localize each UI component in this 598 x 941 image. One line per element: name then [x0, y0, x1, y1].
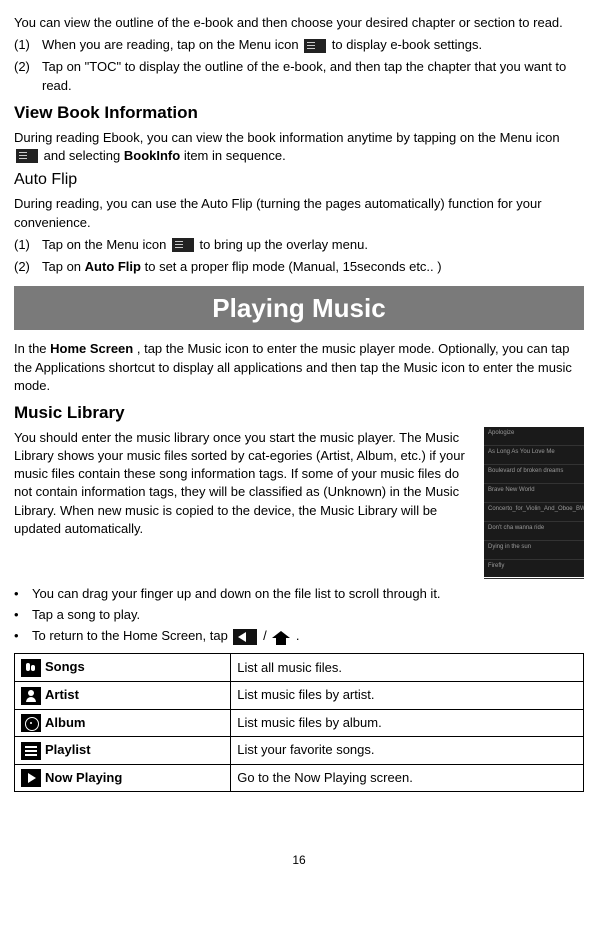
page-number: 16 — [14, 852, 584, 869]
library-row: As Long As You Love Me — [484, 446, 584, 465]
playing-music-banner: Playing Music — [14, 286, 584, 330]
home-icon — [272, 629, 290, 645]
autoflip-intro: During reading, you can use the Auto Fli… — [14, 195, 584, 231]
table-label-cell: Songs — [15, 654, 231, 682]
outline-intro: You can view the outline of the e-book a… — [14, 14, 584, 32]
bullet-dot: • — [14, 585, 32, 603]
library-row: Concerto_for_Violin_And_Oboe_BW — [484, 503, 584, 522]
table-desc-cell: List music files by artist. — [231, 681, 584, 709]
text: . — [296, 628, 300, 643]
now-icon — [21, 769, 41, 787]
text: During reading Ebook, you can view the b… — [14, 130, 560, 145]
music-library-screenshot: ApologizeAs Long As You Love MeBoulevard… — [484, 427, 584, 577]
bullet-1: • You can drag your finger up and down o… — [14, 585, 584, 603]
step-number: (2) — [14, 58, 42, 94]
bullet-dot: • — [14, 606, 32, 624]
table-label: Album — [45, 715, 85, 730]
bullet-text: Tap a song to play. — [32, 606, 140, 624]
table-label: Artist — [45, 687, 79, 702]
playlist-icon — [21, 742, 41, 760]
text: and selecting — [44, 148, 124, 163]
autoflip-heading: Auto Flip — [14, 169, 584, 191]
autoflip-step-1: (1) Tap on the Menu icon to bring up the… — [14, 236, 584, 254]
table-row: Artist List music files by artist. — [15, 681, 584, 709]
table-label-cell: Album — [15, 709, 231, 737]
library-row: Firefly — [484, 560, 584, 579]
text: Tap on the Menu icon — [42, 237, 170, 252]
view-book-body: During reading Ebook, you can view the b… — [14, 129, 584, 165]
step-number: (1) — [14, 36, 42, 54]
table-desc-cell: List all music files. — [231, 654, 584, 682]
step-text: When you are reading, tap on the Menu ic… — [42, 36, 584, 54]
menu-icon — [16, 149, 38, 163]
text: / — [263, 628, 270, 643]
table-label-cell: Artist — [15, 681, 231, 709]
bullet-3: • To return to the Home Screen, tap / . — [14, 627, 584, 645]
autoflip-step-2: (2) Tap on Auto Flip to set a proper fli… — [14, 258, 584, 276]
table-label-cell: Now Playing — [15, 764, 231, 792]
ebook-step-2: (2) Tap on "TOC" to display the outline … — [14, 58, 584, 94]
table-desc-cell: Go to the Now Playing screen. — [231, 764, 584, 792]
autoflip-bold: Auto Flip — [85, 259, 141, 274]
playing-intro: In the Home Screen , tap the Music icon … — [14, 340, 584, 395]
table-label-cell: Playlist — [15, 737, 231, 765]
table-label: Playlist — [45, 742, 91, 757]
table-label: Now Playing — [45, 770, 122, 785]
table-desc-cell: List music files by album. — [231, 709, 584, 737]
ebook-step-1: (1) When you are reading, tap on the Men… — [14, 36, 584, 54]
menu-icon — [304, 39, 326, 53]
bookinfo-bold: BookInfo — [124, 148, 180, 163]
table-desc-cell: List your favorite songs. — [231, 737, 584, 765]
text: to bring up the overlay menu. — [200, 237, 368, 252]
step-text: Tap on "TOC" to display the outline of t… — [42, 58, 584, 94]
step-text: Tap on Auto Flip to set a proper flip mo… — [42, 258, 584, 276]
table-row: Songs List all music files. — [15, 654, 584, 682]
library-row: Boulevard of broken dreams — [484, 465, 584, 484]
bullet-dot: • — [14, 627, 32, 645]
library-row: Brave New World — [484, 484, 584, 503]
bullet-text: To return to the Home Screen, tap / . — [32, 627, 300, 645]
text: Tap on — [42, 259, 85, 274]
bullet-list: • You can drag your finger up and down o… — [14, 585, 584, 646]
text: When you are reading, tap on the Menu ic… — [42, 37, 302, 52]
bullet-2: • Tap a song to play. — [14, 606, 584, 624]
view-book-heading: View Book Information — [14, 101, 584, 125]
music-library-heading: Music Library — [14, 401, 584, 425]
step-number: (2) — [14, 258, 42, 276]
table-row: Album List music files by album. — [15, 709, 584, 737]
back-icon — [233, 629, 257, 645]
text: To return to the Home Screen, tap — [32, 628, 231, 643]
step-number: (1) — [14, 236, 42, 254]
library-row: Don't cha wanna ride — [484, 522, 584, 541]
album-icon — [21, 714, 41, 732]
library-row: Dying in the sun — [484, 541, 584, 560]
bullet-text: You can drag your finger up and down on … — [32, 585, 441, 603]
text: item in sequence. — [184, 148, 286, 163]
table-row: Playlist List your favorite songs. — [15, 737, 584, 765]
text: to set a proper flip mode (Manual, 15sec… — [145, 259, 442, 274]
home-screen-bold: Home Screen — [50, 341, 133, 356]
library-row: Apologize — [484, 427, 584, 446]
table-row: Now Playing Go to the Now Playing screen. — [15, 764, 584, 792]
menu-icon — [172, 238, 194, 252]
text: In the — [14, 341, 50, 356]
songs-icon — [21, 659, 41, 677]
artist-icon — [21, 687, 41, 705]
music-nav-table: Songs List all music files. Artist List mus… — [14, 653, 584, 792]
table-label: Songs — [45, 659, 85, 674]
text: to display e-book settings. — [332, 37, 482, 52]
step-text: Tap on the Menu icon to bring up the ove… — [42, 236, 584, 254]
